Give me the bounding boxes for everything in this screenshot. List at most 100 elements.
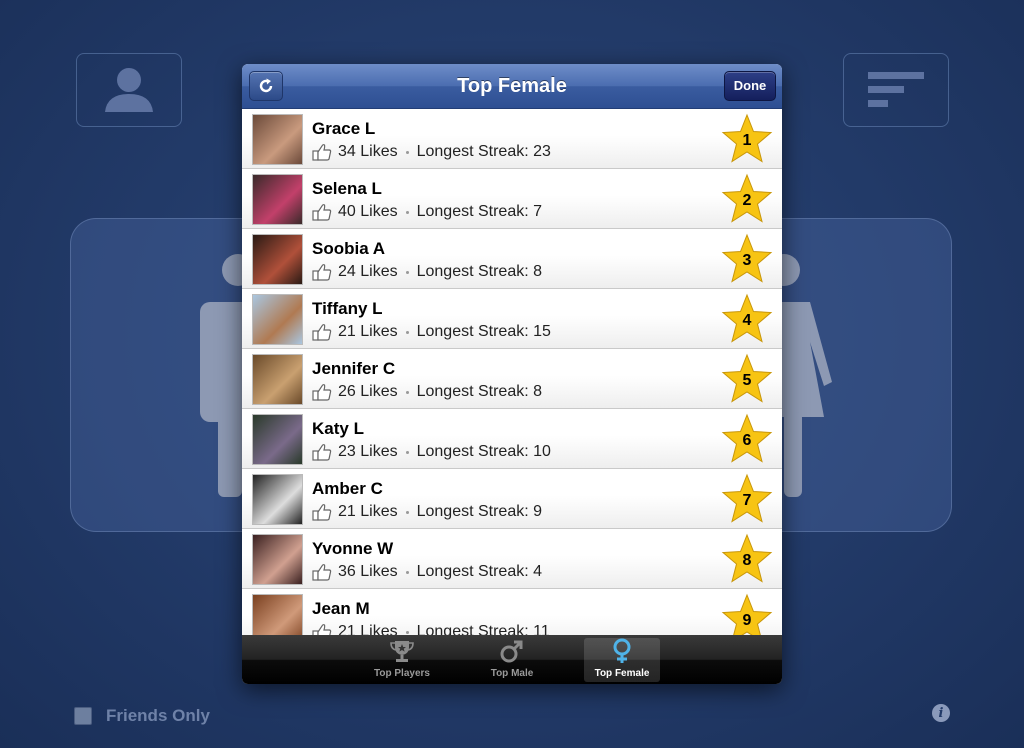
- profile-button[interactable]: [76, 53, 182, 127]
- tab-label: Top Male: [490, 668, 534, 679]
- player-stats: 40 Likes Longest Streak: 7: [312, 203, 542, 221]
- refresh-button[interactable]: [249, 71, 283, 101]
- separator-dot: [405, 150, 409, 154]
- avatar: [252, 354, 303, 405]
- tab-top-female[interactable]: Top Female: [584, 638, 660, 682]
- longest-streak: Longest Streak: 15: [416, 323, 551, 340]
- refresh-icon: [259, 78, 273, 93]
- player-name: Soobia A: [312, 239, 386, 258]
- avatar: [252, 174, 303, 225]
- avatar: [252, 534, 303, 585]
- info-icon[interactable]: i: [932, 704, 950, 722]
- thumbs-up-icon: [312, 144, 332, 161]
- likes-count: 36 Likes: [338, 563, 398, 580]
- likes-count: 40 Likes: [338, 203, 398, 220]
- longest-streak: Longest Streak: 23: [416, 143, 551, 160]
- separator-dot: [405, 570, 409, 574]
- rank-number: 1: [742, 132, 752, 149]
- rank-number: 5: [742, 372, 752, 389]
- likes-count: 34 Likes: [338, 143, 398, 160]
- player-name: Tiffany L: [312, 299, 383, 318]
- thumbs-up-icon: [312, 564, 332, 581]
- trophy-icon: [390, 641, 414, 662]
- list-item[interactable]: Amber C 21 Likes Longest Streak: 9 7: [242, 469, 782, 529]
- longest-streak: Longest Streak: 4: [416, 563, 543, 580]
- avatar: [252, 594, 303, 635]
- tab-label: Top Female: [594, 668, 650, 679]
- separator-dot: [405, 390, 409, 394]
- player-stats: 36 Likes Longest Streak: 4: [312, 563, 542, 581]
- person-icon: [105, 68, 153, 112]
- rank-number: 7: [742, 492, 752, 509]
- rank-number: 2: [742, 192, 752, 209]
- rank-number: 3: [742, 252, 752, 269]
- likes-count: 21 Likes: [338, 503, 398, 520]
- likes-count: 26 Likes: [338, 383, 398, 400]
- list-item[interactable]: Yvonne W 36 Likes Longest Streak: 4 8: [242, 529, 782, 589]
- player-name: Jean M: [312, 599, 370, 618]
- thumbs-up-icon: [312, 384, 332, 401]
- separator-dot: [405, 450, 409, 454]
- friends-only-checkbox[interactable]: [74, 707, 92, 725]
- longest-streak: Longest Streak: 9: [416, 503, 543, 520]
- avatar: [252, 474, 303, 525]
- list-item[interactable]: Soobia A 24 Likes Longest Streak: 8 3: [242, 229, 782, 289]
- list-item[interactable]: Tiffany L 21 Likes Longest Streak: 15 4: [242, 289, 782, 349]
- longest-streak: Longest Streak: 10: [416, 443, 551, 460]
- female-figure-icon: [780, 254, 832, 497]
- player-name: Katy L: [312, 419, 364, 438]
- longest-streak: Longest Streak: 8: [416, 263, 543, 280]
- avatar: [252, 414, 303, 465]
- list-item[interactable]: Grace L 34 Likes Longest Streak: 23 1: [242, 109, 782, 169]
- avatar: [252, 114, 303, 165]
- player-stats: 24 Likes Longest Streak: 8: [312, 263, 542, 281]
- thumbs-up-icon: [312, 624, 332, 635]
- separator-dot: [405, 330, 409, 334]
- player-stats: 21 Likes Longest Streak: 15: [312, 323, 551, 341]
- friends-only-toggle[interactable]: Friends Only: [74, 706, 210, 726]
- done-button[interactable]: Done: [724, 71, 776, 101]
- player-name: Selena L: [312, 179, 382, 198]
- list-item[interactable]: Katy L 23 Likes Longest Streak: 10 6: [242, 409, 782, 469]
- thumbs-up-icon: [312, 504, 332, 521]
- list-item[interactable]: Jean M 21 Likes Longest Streak: 11 9: [242, 589, 782, 635]
- tab-label: Top Players: [374, 668, 430, 679]
- navigation-bar: Top Female Done: [242, 64, 782, 109]
- tab-top-players[interactable]: Top Players: [364, 638, 440, 682]
- separator-dot: [405, 630, 409, 634]
- longest-streak: Longest Streak: 8: [416, 383, 543, 400]
- separator-dot: [405, 510, 409, 514]
- avatar: [252, 234, 303, 285]
- tab-bar: Top Players Top Male Top Female: [242, 635, 782, 684]
- likes-count: 21 Likes: [338, 323, 398, 340]
- male-symbol-icon: [500, 640, 523, 663]
- likes-count: 24 Likes: [338, 263, 398, 280]
- rank-number: 6: [742, 432, 752, 449]
- rank-number: 4: [742, 312, 752, 329]
- player-stats: 23 Likes Longest Streak: 10: [312, 443, 551, 461]
- player-stats: 34 Likes Longest Streak: 23: [312, 143, 551, 161]
- thumbs-up-icon: [312, 204, 332, 221]
- thumbs-up-icon: [312, 264, 332, 281]
- avatar: [252, 294, 303, 345]
- thumbs-up-icon: [312, 324, 332, 341]
- longest-streak: Longest Streak: 11: [416, 623, 550, 635]
- thumbs-up-icon: [312, 444, 332, 461]
- list-item[interactable]: Selena L 40 Likes Longest Streak: 7 2: [242, 169, 782, 229]
- player-name: Grace L: [312, 119, 376, 138]
- friends-only-label: Friends Only: [106, 706, 210, 725]
- separator-dot: [405, 210, 409, 214]
- tab-top-male[interactable]: Top Male: [474, 638, 550, 682]
- rank-number: 9: [742, 612, 752, 629]
- likes-count: 21 Likes: [338, 623, 398, 635]
- list-item[interactable]: Jennifer C 26 Likes Longest Streak: 8 5: [242, 349, 782, 409]
- player-name: Amber C: [312, 479, 383, 498]
- player-name: Yvonne W: [312, 539, 394, 558]
- player-stats: 26 Likes Longest Streak: 8: [312, 383, 542, 401]
- likes-count: 23 Likes: [338, 443, 398, 460]
- leaderboard-list[interactable]: Grace L 34 Likes Longest Streak: 23 1 Selena…: [242, 109, 782, 635]
- leaderboard-modal: Top Female Done Grace L 34 Likes Longest S…: [242, 64, 782, 684]
- sort-button[interactable]: [843, 53, 949, 127]
- player-name: Jennifer C: [312, 359, 396, 378]
- separator-dot: [405, 270, 409, 274]
